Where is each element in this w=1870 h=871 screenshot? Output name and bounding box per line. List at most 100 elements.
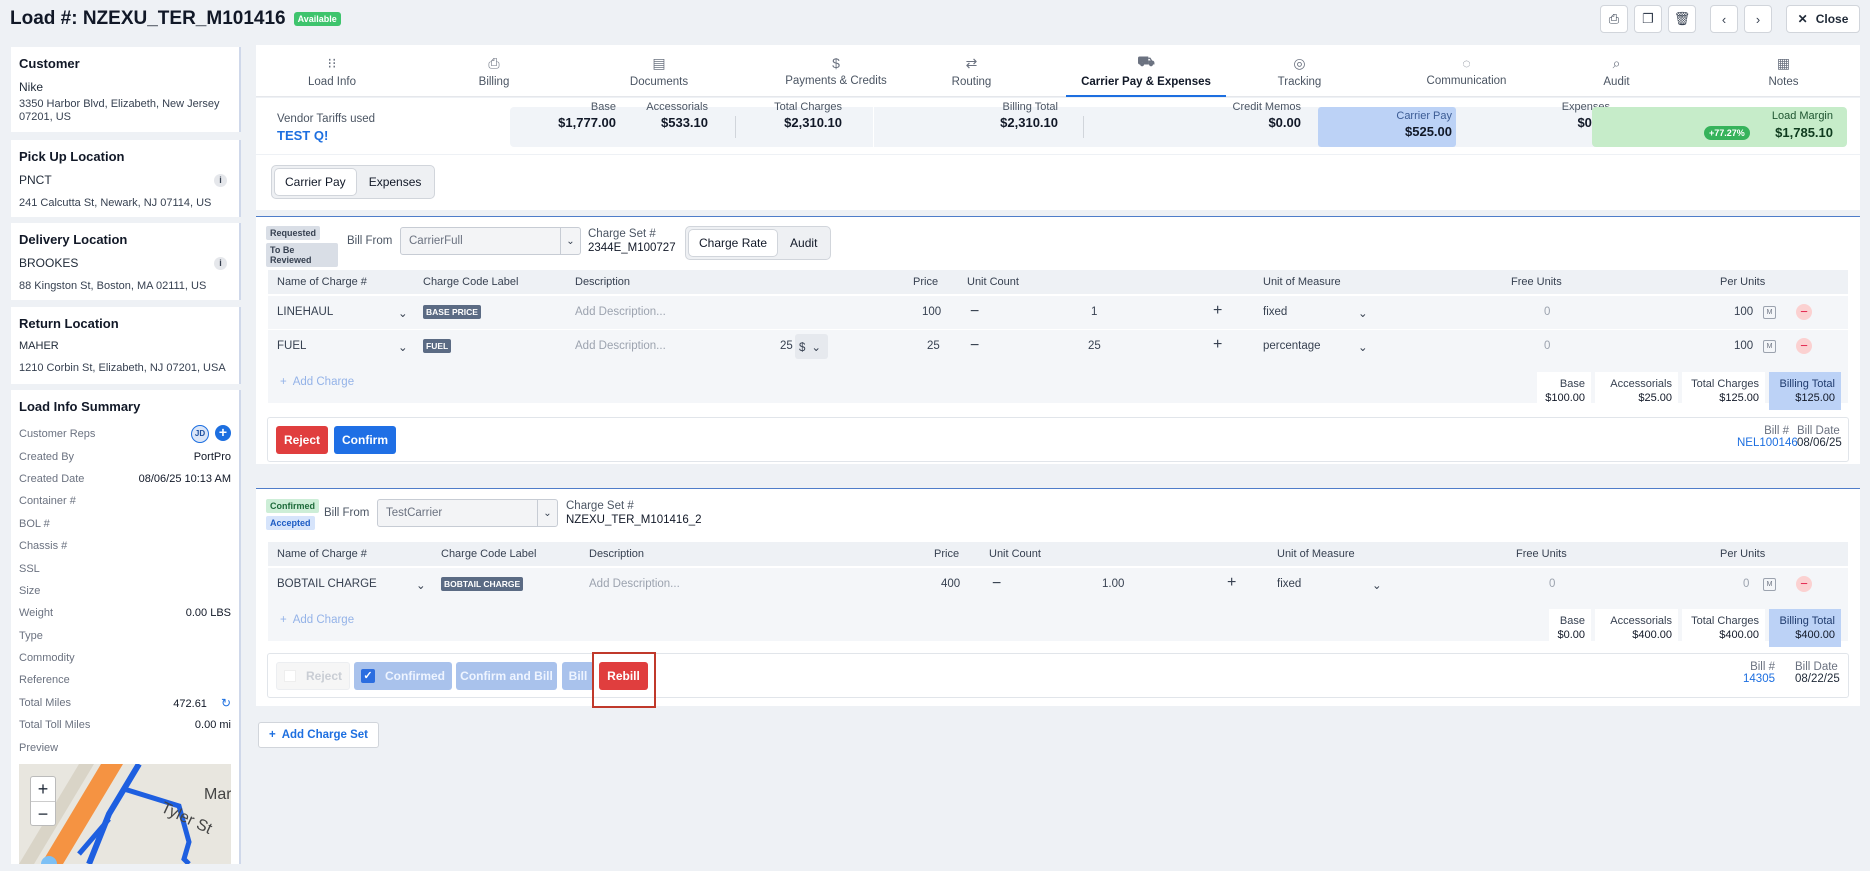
unit-measure-select[interactable]: fixed — [1263, 306, 1287, 318]
remove-charge-icon[interactable]: − — [1796, 304, 1812, 320]
info-icon[interactable]: i — [214, 257, 227, 270]
per-units-input[interactable]: 100 — [1734, 306, 1753, 318]
info-icon[interactable]: i — [214, 174, 227, 187]
divider — [873, 107, 874, 147]
chevron-down-icon: ⌄ — [537, 500, 557, 526]
amount-input[interactable]: 25 — [780, 340, 793, 352]
unit-count-input[interactable]: 1.00 — [1102, 578, 1124, 590]
close-button[interactable]: ✕ Close — [1786, 5, 1860, 33]
total-charges: Total Charges $125.00 — [1682, 372, 1765, 410]
rebill-button[interactable]: Rebill — [599, 662, 648, 690]
add-charge-button[interactable]: + Add Charge — [280, 376, 354, 388]
chevron-down-icon[interactable]: ⌄ — [1372, 578, 1382, 592]
add-charge-set-button[interactable]: + Add Charge Set — [258, 722, 379, 748]
label: Total Charges — [774, 101, 842, 113]
refresh-icon[interactable]: ↻ — [221, 696, 231, 710]
per-units-input[interactable]: 0 — [1743, 578, 1749, 590]
expenses-summary: Expenses $0.00 — [1466, 98, 1610, 130]
tab-routing[interactable]: ⇄ Routing — [904, 45, 1039, 97]
tab-communication[interactable]: ◌ Communication — [1389, 45, 1544, 97]
close-icon: ✕ — [1797, 12, 1808, 26]
summary-label: Preview — [19, 741, 59, 754]
free-units-input[interactable]: 0 — [1544, 306, 1550, 318]
tab-billing[interactable]: ⎙ Billing — [419, 45, 569, 97]
prev-icon[interactable]: ‹ — [1710, 5, 1738, 33]
price-input[interactable]: 25 — [927, 340, 940, 352]
confirm-button[interactable]: Confirm — [334, 426, 396, 454]
increment-icon[interactable]: + — [1213, 336, 1222, 354]
manual-icon[interactable]: M — [1763, 340, 1776, 353]
tab-documents[interactable]: ▤ Documents — [579, 45, 739, 97]
copy-icon[interactable]: ❐ — [1634, 5, 1662, 33]
decrement-icon[interactable]: − — [970, 337, 979, 355]
remove-charge-icon[interactable]: − — [1796, 338, 1812, 354]
price-input[interactable]: 100 — [922, 306, 941, 318]
unit-count-input[interactable]: 1 — [1091, 306, 1097, 318]
decrement-icon[interactable]: − — [992, 575, 1001, 593]
customer-name[interactable]: Nike — [19, 80, 231, 94]
delete-icon[interactable]: 🗑︎ — [1668, 5, 1696, 33]
description-input[interactable]: Add Description... — [575, 340, 666, 352]
tab-expenses[interactable]: Expenses — [359, 169, 432, 195]
charge-name-select[interactable]: LINEHAUL — [277, 306, 333, 318]
vendor-link[interactable]: TEST Q! — [277, 128, 375, 143]
value: 08/22/25 — [1795, 673, 1840, 685]
map-preview[interactable]: Mar Tyler St + − — [19, 764, 231, 864]
confirm-and-bill-button[interactable]: Confirm and Bill — [456, 662, 557, 690]
currency-select[interactable]: $ ⌄ — [795, 334, 828, 359]
decrement-icon[interactable]: − — [970, 303, 979, 321]
free-units-input[interactable]: 0 — [1544, 340, 1550, 352]
tab-charge-rate[interactable]: Charge Rate — [689, 230, 778, 256]
chevron-down-icon[interactable]: ⌄ — [1358, 306, 1368, 320]
delivery-card: Delivery Location BROOKES i 88 Kingston … — [11, 223, 241, 300]
chevron-down-icon[interactable]: ⌄ — [398, 306, 408, 320]
tab-icon: ▦ — [1776, 54, 1791, 71]
avatar[interactable]: JD — [191, 425, 209, 444]
print-icon[interactable]: ⎙ — [1600, 5, 1628, 33]
chevron-down-icon[interactable]: ⌄ — [398, 340, 408, 354]
tab-audit[interactable]: ⌕ Audit — [1549, 45, 1684, 97]
summary-label: SSL — [19, 562, 40, 575]
tab-audit[interactable]: Audit — [780, 230, 827, 256]
add-charge-button[interactable]: + Add Charge — [280, 614, 354, 626]
increment-icon[interactable]: + — [1227, 574, 1236, 592]
confirmed-button[interactable]: ✓ Confirmed — [354, 662, 452, 690]
zoom-in-button[interactable]: + — [31, 777, 55, 802]
tab-carrier-pay[interactable]: Carrier Pay — [275, 169, 356, 195]
charge-name-select[interactable]: FUEL — [277, 340, 306, 352]
tab-notes[interactable]: ▦ Notes — [1711, 45, 1856, 97]
tab-tracking[interactable]: ◎ Tracking — [1227, 45, 1372, 97]
next-icon[interactable]: › — [1744, 5, 1772, 33]
increment-icon[interactable]: + — [1213, 302, 1222, 320]
tab-payments-credits[interactable]: $ Payments & Credits — [741, 45, 931, 97]
tab-load-info[interactable]: ⁝⁝ Load Info — [257, 45, 407, 97]
manual-icon[interactable]: M — [1763, 306, 1776, 319]
chevron-down-icon[interactable]: ⌄ — [416, 578, 426, 592]
reject-button[interactable]: Reject — [276, 662, 350, 690]
remove-charge-icon[interactable]: − — [1796, 576, 1812, 592]
price-input[interactable]: 400 — [941, 578, 960, 590]
bill-from-select[interactable]: TestCarrier ⌄ — [377, 499, 558, 527]
description-input[interactable]: Add Description... — [575, 306, 666, 318]
bill-number-link[interactable]: 14305 — [1743, 673, 1775, 685]
description-input[interactable]: Add Description... — [589, 578, 680, 590]
chevron-down-icon[interactable]: ⌄ — [1358, 340, 1368, 354]
add-rep-icon[interactable]: + — [215, 425, 231, 442]
column-header: Free Units — [1516, 548, 1567, 560]
status-pill: Accepted — [266, 516, 315, 530]
free-units-input[interactable]: 0 — [1549, 578, 1555, 590]
tab-carrier-pay-expenses[interactable]: ⛟ Carrier Pay & Expenses — [1066, 45, 1226, 97]
reject-button[interactable]: Reject — [276, 426, 328, 454]
billing-total-summary: Billing Total $2,310.10 — [956, 98, 1058, 130]
bill-number-link[interactable]: NEL100146 — [1737, 437, 1798, 449]
charge-name-select[interactable]: BOBTAIL CHARGE — [277, 578, 377, 590]
per-units-input[interactable]: 100 — [1734, 340, 1753, 352]
status-badge: Available — [293, 12, 341, 26]
manual-icon[interactable]: M — [1763, 578, 1776, 591]
bill-button[interactable]: Bill — [562, 662, 594, 690]
zoom-out-button[interactable]: − — [31, 802, 55, 826]
unit-count-input[interactable]: 25 — [1088, 340, 1101, 352]
unit-measure-select[interactable]: fixed — [1277, 578, 1301, 590]
bill-from-select[interactable]: CarrierFull ⌄ — [400, 227, 581, 255]
unit-measure-select[interactable]: percentage — [1263, 340, 1321, 352]
